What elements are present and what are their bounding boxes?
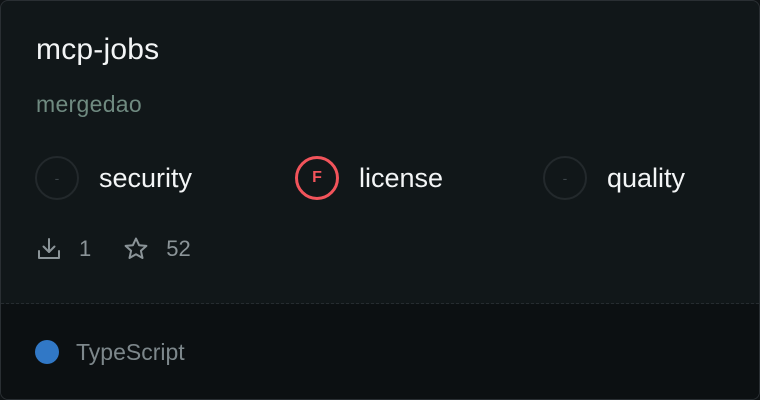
score-quality-badge: - xyxy=(543,156,587,200)
score-license-badge: F xyxy=(295,156,339,200)
score-license-label: license xyxy=(359,162,444,193)
language-name: TypeScript xyxy=(76,339,185,365)
card-body: mcp-jobs mergedao - security F license -… xyxy=(1,1,759,303)
language-color-dot xyxy=(35,340,59,364)
star-icon xyxy=(122,235,150,263)
score-quality: - quality xyxy=(543,154,685,202)
score-license: F license xyxy=(295,154,443,202)
score-security-label: security xyxy=(99,162,193,193)
package-name[interactable]: mcp-jobs xyxy=(36,33,159,67)
download-count: 1 xyxy=(79,236,92,261)
package-stats: 1 52 xyxy=(35,234,191,264)
package-card[interactable]: mcp-jobs mergedao - security F license -… xyxy=(0,0,760,400)
score-security-badge: - xyxy=(35,156,79,200)
card-footer: TypeScript xyxy=(1,304,759,399)
score-quality-label: quality xyxy=(607,162,686,193)
download-icon xyxy=(35,235,63,263)
package-owner[interactable]: mergedao xyxy=(36,91,142,118)
star-count: 52 xyxy=(166,236,191,261)
score-security: - security xyxy=(35,154,192,202)
